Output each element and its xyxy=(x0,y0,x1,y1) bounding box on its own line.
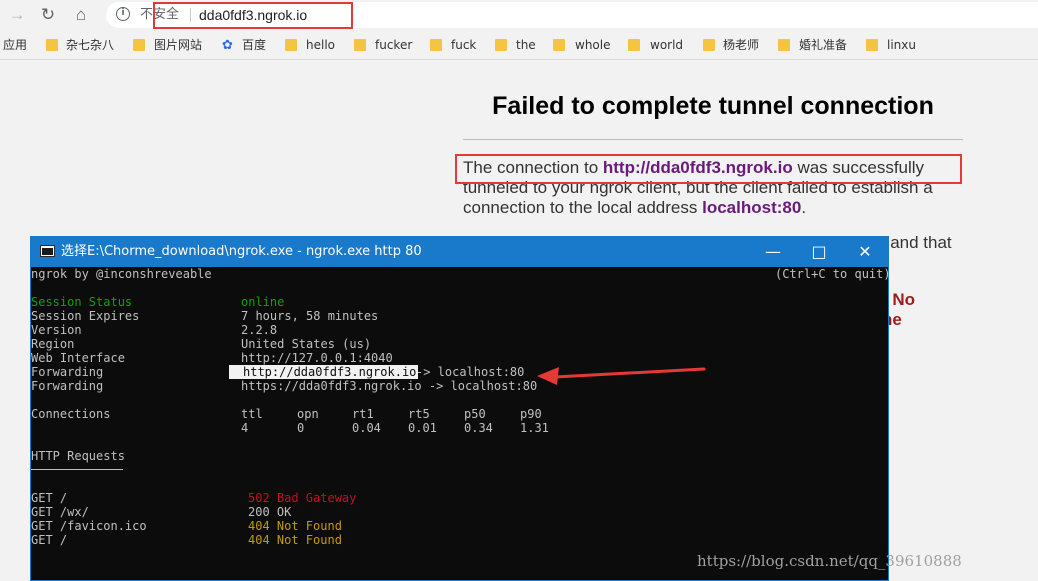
folder-icon xyxy=(285,39,297,51)
http-requests-underline xyxy=(31,469,123,470)
request-status: 404 Not Found xyxy=(248,519,342,533)
folder-icon xyxy=(354,39,366,51)
bookmark-item[interactable]: world xyxy=(650,37,683,53)
back-arrow-icon[interactable]: → xyxy=(5,4,29,26)
message-part: connection to the local address xyxy=(463,198,698,217)
bookmark-item[interactable]: hello xyxy=(306,37,335,53)
bookmark-item[interactable]: 图片网站 xyxy=(154,37,202,53)
info-label: Web Interface xyxy=(31,351,125,365)
conn-value: 0 xyxy=(297,421,305,435)
conn-value: 0.01 xyxy=(408,421,437,435)
forwarding-http-url[interactable]: http://dda0fdf3.ngrok.io xyxy=(229,365,419,379)
minimize-icon[interactable]: — xyxy=(750,237,796,267)
conn-value: 4 xyxy=(241,421,249,435)
request-method: GET / xyxy=(31,533,68,547)
message-part: . xyxy=(801,198,807,217)
bookmark-item[interactable]: fucker xyxy=(375,37,412,53)
annotation-arrow-icon xyxy=(537,367,706,385)
request-status: 404 Not Found xyxy=(248,533,342,547)
info-icon[interactable]: i xyxy=(116,7,130,21)
conn-header: rt5 xyxy=(408,407,430,421)
maximize-icon[interactable]: □ xyxy=(796,237,842,267)
forwarding-https: https://dda0fdf3.ngrok.io -> localhost:8… xyxy=(241,379,538,393)
console-titlebar[interactable]: 选择E:\Chorme_download\ngrok.exe - ngrok.e… xyxy=(31,237,888,267)
conn-value: 0.04 xyxy=(352,421,381,435)
info-label: Version xyxy=(31,323,82,337)
bookmark-item[interactable]: 百度 xyxy=(242,37,266,53)
conn-header: p90 xyxy=(520,407,542,421)
request-method: GET /favicon.ico xyxy=(31,519,147,533)
csdn-watermark: https://blog.csdn.net/qq_39610888 xyxy=(697,552,962,570)
folder-icon xyxy=(628,39,640,51)
request-status: 502 Bad Gateway xyxy=(248,491,357,505)
bookmark-item[interactable]: whole xyxy=(575,37,610,53)
baidu-paw-icon: ✿ xyxy=(222,37,233,52)
folder-icon xyxy=(495,39,507,51)
request-status: 200 OK xyxy=(248,505,292,519)
http-requests-label: HTTP Requests xyxy=(31,449,125,463)
console-window[interactable]: 选择E:\Chorme_download\ngrok.exe - ngrok.e… xyxy=(30,236,891,581)
info-value: United States (us) xyxy=(241,337,372,351)
page-title: Failed to complete tunnel connection xyxy=(492,92,934,120)
request-method: GET /wx/ xyxy=(31,505,89,519)
bookmarks-bar: 应用 杂七杂八 图片网站 ✿ 百度 hello fucker fuck the … xyxy=(0,31,1038,60)
forwarding-label: Forwarding xyxy=(31,365,104,379)
url-highlight-box xyxy=(153,2,353,29)
request-method: GET / xyxy=(31,491,68,505)
info-value: 7 hours, 58 minutes xyxy=(241,309,379,323)
bookmark-item[interactable]: the xyxy=(516,37,536,53)
info-value: http://127.0.0.1:4040 xyxy=(241,351,393,365)
session-status-label: Session Status xyxy=(31,295,133,309)
folder-icon xyxy=(778,39,790,51)
forwarding-http-target: -> localhost:80 xyxy=(416,365,525,379)
folder-icon xyxy=(866,39,878,51)
conn-header: opn xyxy=(297,407,319,421)
bookmark-item[interactable]: fuck xyxy=(451,37,476,53)
connections-label: Connections xyxy=(31,407,111,421)
console-header-right: (Ctrl+C to quit) xyxy=(775,267,891,281)
bookmark-item[interactable]: 婚礼准备 xyxy=(799,37,847,53)
local-address: localhost:80 xyxy=(702,198,802,217)
console-title: 选择E:\Chorme_download\ngrok.exe - ngrok.e… xyxy=(61,244,422,259)
info-label: Region xyxy=(31,337,75,351)
conn-value: 0.34 xyxy=(464,421,493,435)
bookmark-item[interactable]: 杨老师 xyxy=(723,37,759,53)
bookmark-item[interactable]: linxu xyxy=(887,37,916,53)
folder-icon xyxy=(430,39,442,51)
info-label: Session Expires xyxy=(31,309,140,323)
close-icon[interactable]: ✕ xyxy=(842,237,888,267)
folder-icon xyxy=(553,39,565,51)
obscured-text-plain: and that xyxy=(890,233,952,252)
folder-icon xyxy=(133,39,145,51)
message-highlight-box xyxy=(455,154,962,184)
conn-header: p50 xyxy=(464,407,486,421)
reload-icon[interactable]: ↻ xyxy=(36,4,60,26)
bookmark-item[interactable]: 杂七杂八 xyxy=(66,37,114,53)
bookmark-apps[interactable]: 应用 xyxy=(3,37,27,53)
title-divider xyxy=(463,139,963,140)
forwarding-label: Forwarding xyxy=(31,379,104,393)
console-app-icon xyxy=(40,245,55,257)
folder-icon xyxy=(703,39,715,51)
conn-header: rt1 xyxy=(352,407,374,421)
console-header-left: ngrok by @inconshreveable xyxy=(31,267,212,281)
folder-icon xyxy=(46,39,58,51)
session-status-value: online xyxy=(241,295,285,309)
console-output: ngrok by @inconshreveable (Ctrl+C to qui… xyxy=(31,267,891,580)
home-icon[interactable]: ⌂ xyxy=(69,4,93,26)
info-value: 2.2.8 xyxy=(241,323,278,337)
conn-header: ttl xyxy=(241,407,263,421)
browser-toolbar: → ↻ ⌂ i 不安全 dda0fdf3.ngrok.io xyxy=(0,0,1038,31)
conn-value: 1.31 xyxy=(520,421,549,435)
